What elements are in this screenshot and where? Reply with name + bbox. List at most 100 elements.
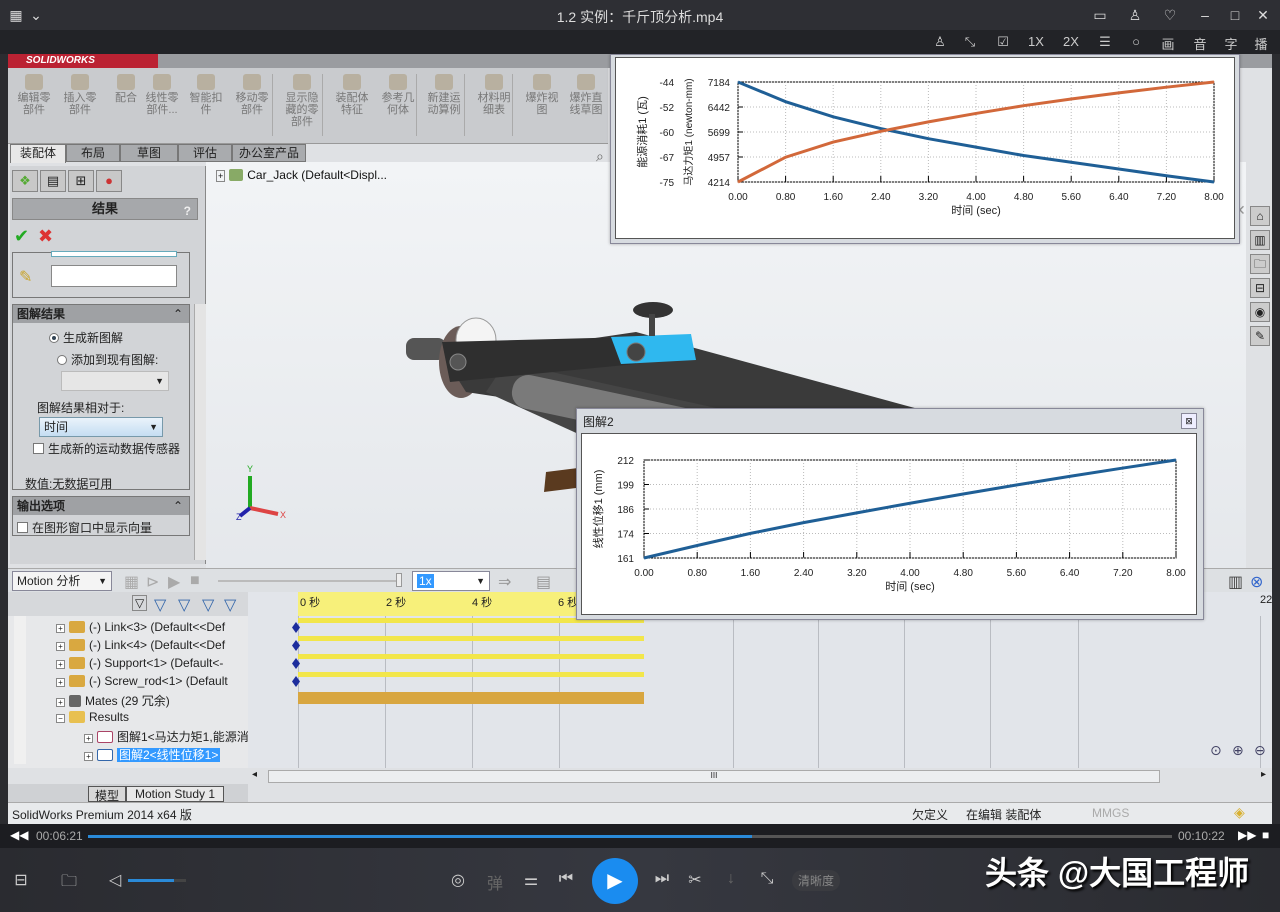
save-animation-icon[interactable]: ▤ xyxy=(536,572,551,592)
pin-icon[interactable]: ♙ xyxy=(1125,6,1145,24)
playlist-button[interactable]: 播 xyxy=(1248,34,1274,53)
close-icon[interactable]: ⊠ xyxy=(1181,413,1197,429)
help-icon[interactable]: ? xyxy=(184,201,191,221)
ribbon-button[interactable]: 参考几 何体 xyxy=(376,74,420,116)
forward-icon[interactable]: ▶▶ xyxy=(1238,828,1256,842)
ribbon-button[interactable]: 移动零 部件 xyxy=(230,74,274,116)
tree-scrollbar[interactable] xyxy=(14,616,26,764)
units-select[interactable]: MMGS xyxy=(1092,806,1129,820)
collapse-icon[interactable]: ⊗ xyxy=(1250,572,1263,592)
previous-icon[interactable]: ⏮ xyxy=(555,870,577,888)
ribbon-button[interactable]: 编辑零 部件 xyxy=(12,74,56,116)
show-vector-checkbox[interactable]: 在图形窗口中显示向量 xyxy=(17,519,152,536)
quality-button[interactable]: 清晰度 xyxy=(792,870,841,891)
scroll-thumb[interactable]: III xyxy=(268,770,1160,783)
custom-properties-icon[interactable]: ✎ xyxy=(1250,326,1270,346)
expand-icon[interactable]: + xyxy=(56,624,65,633)
skin-icon[interactable]: ♡ xyxy=(1160,6,1180,24)
next-icon[interactable]: ⏭ xyxy=(651,870,673,888)
expand-icon[interactable]: + xyxy=(216,170,226,182)
radio-new-plot[interactable]: 生成新图解 xyxy=(49,329,123,346)
ribbon-button[interactable]: 爆炸直 线草图 xyxy=(564,74,608,116)
eye-icon[interactable]: ◎ xyxy=(447,870,469,890)
close-icon[interactable]: ✕ xyxy=(1253,6,1273,24)
tab-office[interactable]: 办公室产品 xyxy=(232,144,306,162)
plot1-window[interactable]: 0.00 0.80 1.60 2.40 3.20 4.00 4.80 5.60 6.40 7.20… xyxy=(610,54,1240,244)
audio-button[interactable]: 音 xyxy=(1187,34,1213,53)
play-from-start-icon[interactable]: ⊳ xyxy=(146,572,159,592)
tab-motion-study[interactable]: Motion Study 1 xyxy=(126,786,224,802)
tab-sketch[interactable]: 草图 xyxy=(120,144,178,162)
appearance-icon[interactable]: ● xyxy=(96,170,122,192)
minimize-icon[interactable]: – xyxy=(1195,6,1215,24)
file-explorer-icon[interactable]: 🗀 xyxy=(1250,254,1270,274)
stop-icon[interactable]: ■ xyxy=(190,572,200,590)
plot-results-header[interactable]: 图解结果 ⌃ xyxy=(13,305,189,323)
layout-icon[interactable]: ▥ xyxy=(1228,572,1243,592)
screenshot-icon[interactable]: ☑ xyxy=(990,34,1016,50)
speed-2x-button[interactable]: 2X xyxy=(1058,34,1084,49)
tab-evaluate[interactable]: 评估 xyxy=(178,144,232,162)
zoom-fit-icon[interactable]: ⊙ xyxy=(1210,742,1222,759)
scroll-left-icon[interactable]: ◂ xyxy=(252,769,257,780)
home-icon[interactable]: ⌂ xyxy=(1250,206,1270,226)
open-folder-icon[interactable]: 🗀 xyxy=(58,870,80,897)
ribbon-button[interactable]: 新建运 动算例 xyxy=(422,74,466,116)
collapse-icon[interactable]: ⌃ xyxy=(173,497,183,515)
maximize-icon[interactable]: □ xyxy=(1225,6,1245,24)
bulb-icon[interactable]: ○ xyxy=(1123,34,1149,49)
feature-tree-icon[interactable]: ❖ xyxy=(12,170,38,192)
ribbon-button[interactable]: 插入零 部件 xyxy=(58,74,102,116)
design-library-icon[interactable]: ▥ xyxy=(1250,230,1270,250)
create-sensor-checkbox[interactable]: 生成新的运动数据传感器 xyxy=(33,443,183,456)
pin-icon[interactable]: ♙ xyxy=(927,34,953,50)
existing-plot-select[interactable]: ▼ xyxy=(61,371,169,391)
filter-animated-icon[interactable]: ▽ xyxy=(154,595,166,615)
tree-item-selected[interactable]: + 图解2<线性位移1> xyxy=(84,746,221,763)
appearances-icon[interactable]: ◉ xyxy=(1250,302,1270,322)
tree-item[interactable]: + (-) Link<3> (Default<<Def xyxy=(56,620,225,634)
config-manager-icon[interactable]: ⊞ xyxy=(68,170,94,192)
filter-selected-icon[interactable]: ▽ xyxy=(202,595,214,615)
timeline-scrollbar[interactable]: ◂ III ▸ xyxy=(248,768,1272,786)
filter-results-icon[interactable]: ▽ xyxy=(224,595,236,615)
ribbon-button[interactable]: 装配体 特征 xyxy=(330,74,374,116)
scroll-right-icon[interactable]: ▸ xyxy=(1261,769,1266,780)
volume-icon[interactable]: ◁ xyxy=(104,870,126,890)
expand-icon[interactable]: + xyxy=(56,698,65,707)
ribbon-button[interactable]: 材料明 细表 xyxy=(472,74,516,116)
slider-handle[interactable] xyxy=(396,573,402,587)
scissors-icon[interactable]: ✂ xyxy=(684,870,706,890)
plot2-window[interactable]: 图解2 ⊠ 0.00 0.80 1.60 2.40 3.20 4.00 4.80 5.60 6.… xyxy=(576,408,1204,620)
selection-field-top[interactable] xyxy=(51,251,177,257)
tree-item[interactable]: + 图解1<马达力矩1,能源消 xyxy=(84,728,249,745)
view-palette-icon[interactable]: ⊟ xyxy=(1250,278,1270,298)
zoom-in-icon[interactable]: ⊕ xyxy=(1232,742,1244,759)
fullscreen-icon[interactable]: ⤡ xyxy=(756,870,778,888)
tab-assembly[interactable]: 装配体 xyxy=(10,144,66,163)
expand-icon[interactable]: + xyxy=(56,678,65,687)
danmaku-button[interactable]: 弹 xyxy=(484,870,506,894)
subtitle-button[interactable]: 字 xyxy=(1218,34,1244,53)
ok-check-icon[interactable]: ✔ xyxy=(14,226,29,247)
volume-slider[interactable] xyxy=(128,879,186,882)
toolbox-icon[interactable]: ⊟ xyxy=(10,870,32,890)
ribbon-button[interactable]: 爆炸视图 xyxy=(520,74,564,116)
expand-icon[interactable]: + xyxy=(84,752,93,761)
list-icon[interactable]: ☰ xyxy=(1092,34,1118,50)
collapse-icon[interactable]: − xyxy=(56,714,65,723)
tree-root[interactable]: + Car_Jack (Default<Displ... xyxy=(216,168,387,182)
play-icon[interactable]: ▶ xyxy=(168,572,180,592)
speed-select[interactable]: 1x ▼ xyxy=(412,571,490,591)
tree-item[interactable]: + (-) Screw_rod<1> (Default xyxy=(56,674,228,688)
expand-icon[interactable]: + xyxy=(56,642,65,651)
tab-layout[interactable]: 布局 xyxy=(66,144,120,162)
playback-slider[interactable] xyxy=(218,580,396,582)
zoom-icon[interactable]: ⌕ xyxy=(596,148,604,165)
expand-icon[interactable]: + xyxy=(84,734,93,743)
tag-icon[interactable]: ◈ xyxy=(1234,804,1245,821)
radio-add-plot[interactable]: 添加到现有图解: xyxy=(57,351,158,368)
calculate-icon[interactable]: ▦ xyxy=(124,572,139,592)
ribbon-button[interactable]: 线性零 部件... xyxy=(140,74,184,116)
seek-bar[interactable] xyxy=(88,835,1172,838)
